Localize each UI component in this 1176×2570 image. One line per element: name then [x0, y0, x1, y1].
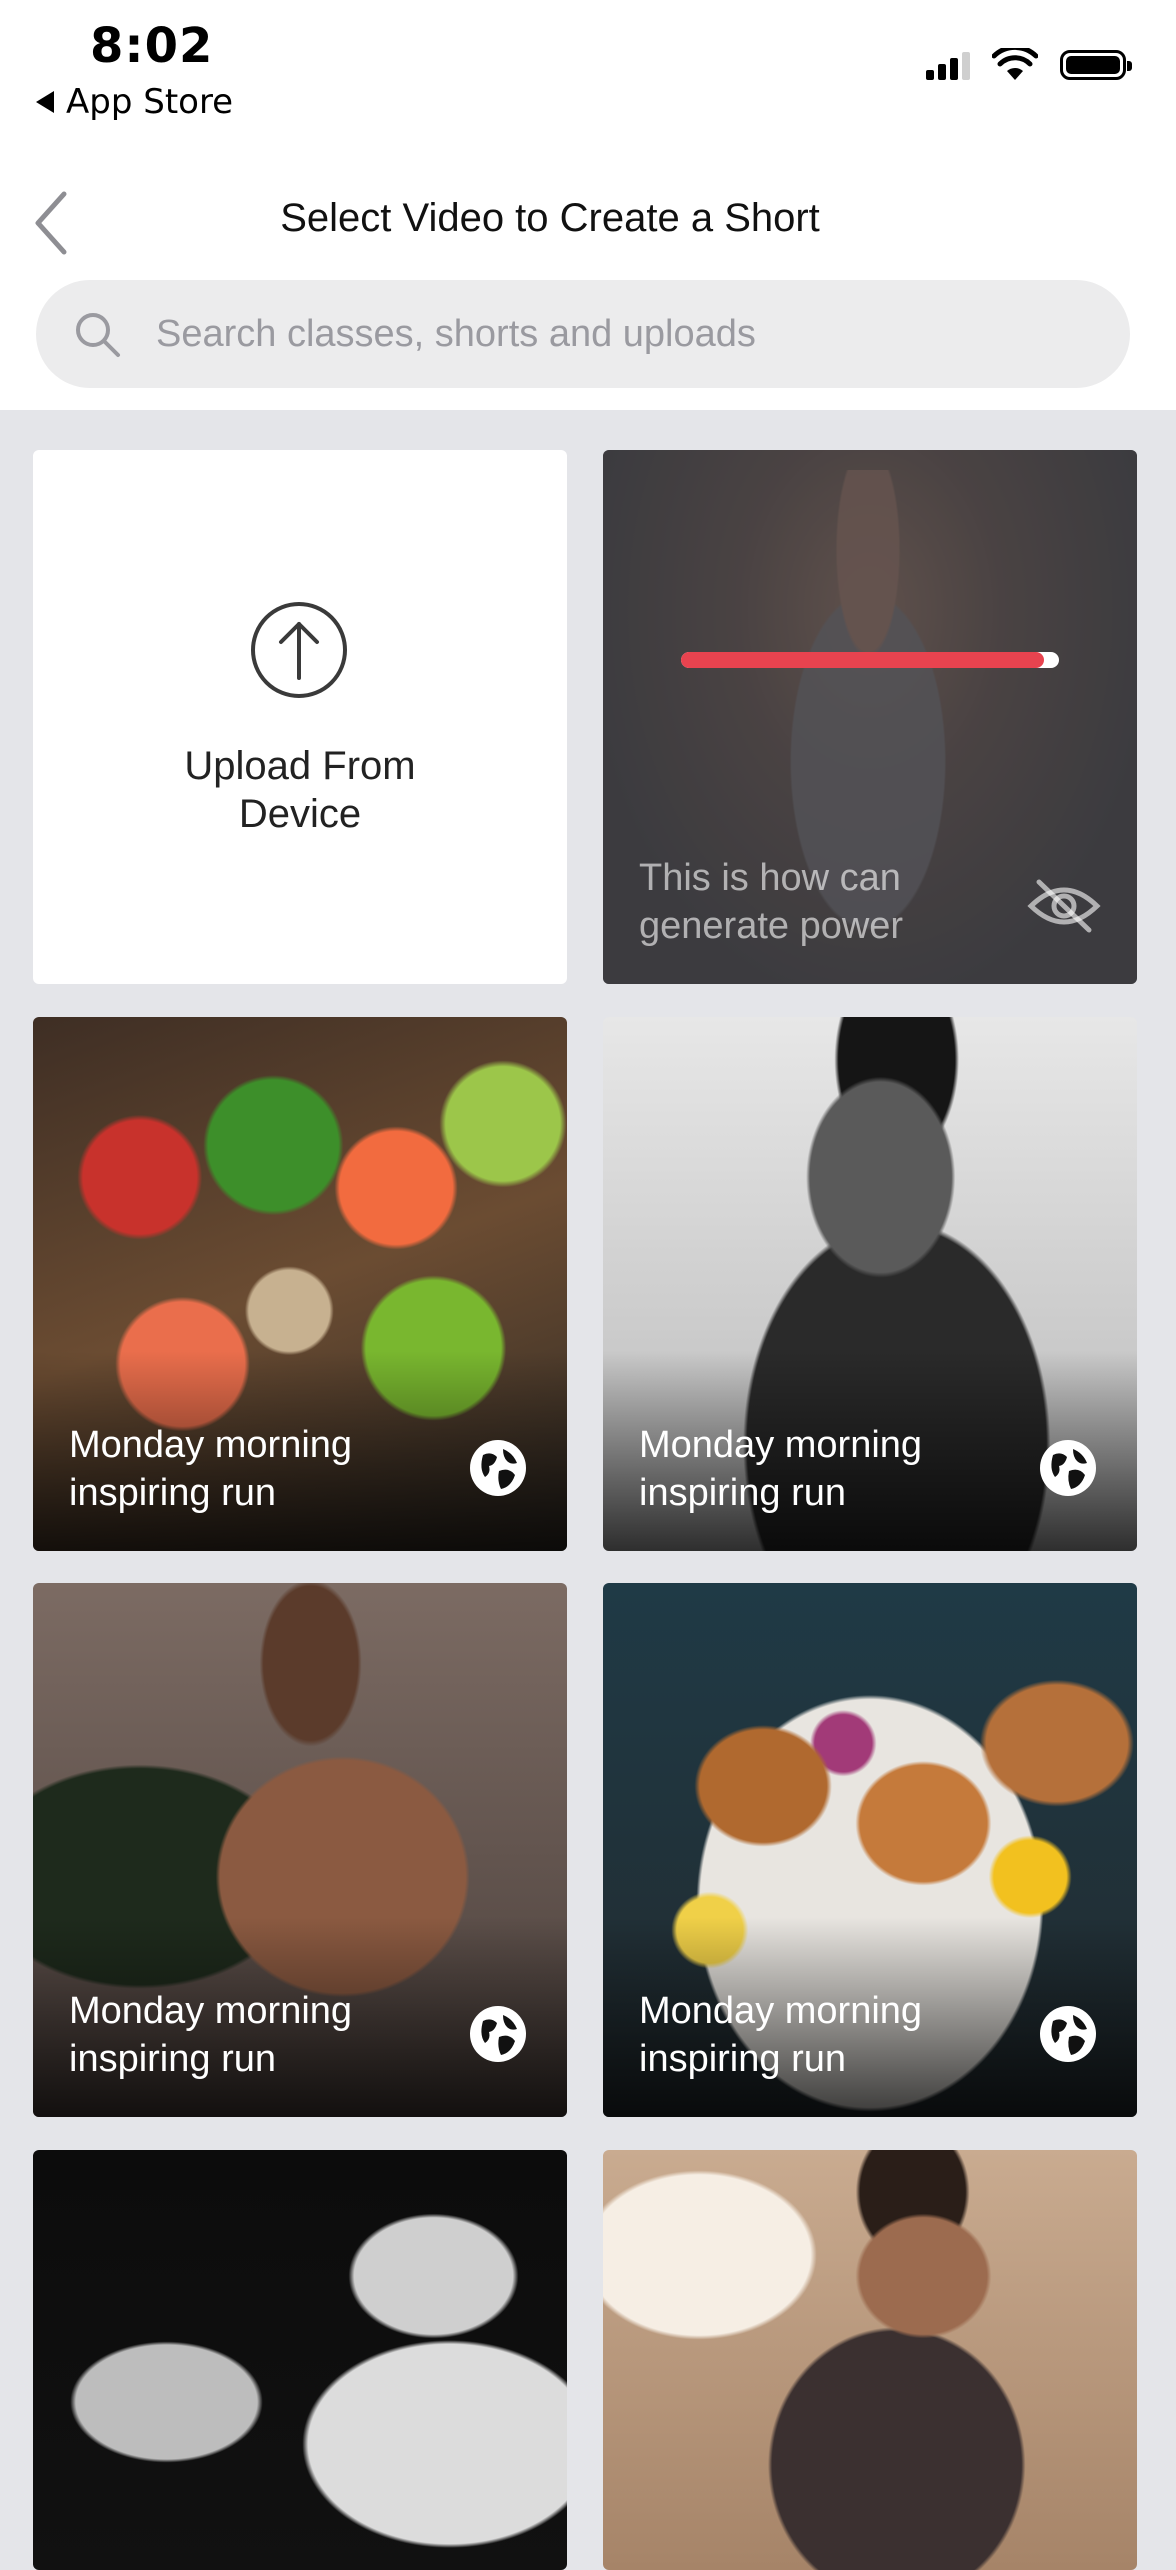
- processing-video-tile[interactable]: This is how can generate power: [603, 450, 1137, 984]
- video-caption: Monday morning inspiring run: [69, 1424, 353, 1514]
- back-to-app-link[interactable]: App Store: [36, 82, 233, 122]
- globe-public-icon: [1040, 2006, 1096, 2062]
- globe-public-icon: [1040, 1440, 1096, 1496]
- video-caption: Monday morning inspiring run: [639, 1424, 923, 1514]
- progress-fill: [681, 652, 1044, 668]
- video-caption: Monday morning inspiring run: [639, 1990, 923, 2080]
- hidden-eye-icon[interactable]: [1027, 876, 1101, 936]
- upload-from-device-tile[interactable]: Upload From Device: [33, 450, 567, 984]
- back-app-label: App Store: [66, 82, 234, 122]
- search-bar[interactable]: [36, 280, 1130, 388]
- video-tile[interactable]: [603, 2150, 1137, 2570]
- status-icons: [926, 48, 1132, 82]
- video-tile[interactable]: [33, 2150, 567, 2570]
- upload-progress-bar: [681, 652, 1059, 668]
- globe-public-icon: [470, 1440, 526, 1496]
- page-title: Select Video to Create a Short: [280, 196, 820, 240]
- upload-arrow-icon: [251, 602, 347, 698]
- video-tile[interactable]: Monday morning inspiring run: [33, 1017, 567, 1551]
- video-caption: This is how can generate power: [639, 857, 904, 947]
- globe-public-icon: [470, 2006, 526, 2062]
- wifi-icon: [992, 48, 1038, 80]
- video-tile[interactable]: Monday morning inspiring run: [603, 1017, 1137, 1551]
- video-tile[interactable]: Monday morning inspiring run: [603, 1583, 1137, 2117]
- back-triangle-icon: [36, 91, 54, 113]
- header: 8:02 App Store Select Video to Create a …: [0, 0, 1176, 410]
- status-time: 8:02: [90, 18, 214, 74]
- upload-label: Upload From Device: [184, 744, 416, 836]
- battery-icon: [1060, 50, 1132, 80]
- video-tile[interactable]: Monday morning inspiring run: [33, 1583, 567, 2117]
- video-caption: Monday morning inspiring run: [69, 1990, 353, 2080]
- search-input[interactable]: [154, 311, 1058, 357]
- cellular-signal-icon: [926, 50, 970, 80]
- search-icon: [76, 313, 120, 357]
